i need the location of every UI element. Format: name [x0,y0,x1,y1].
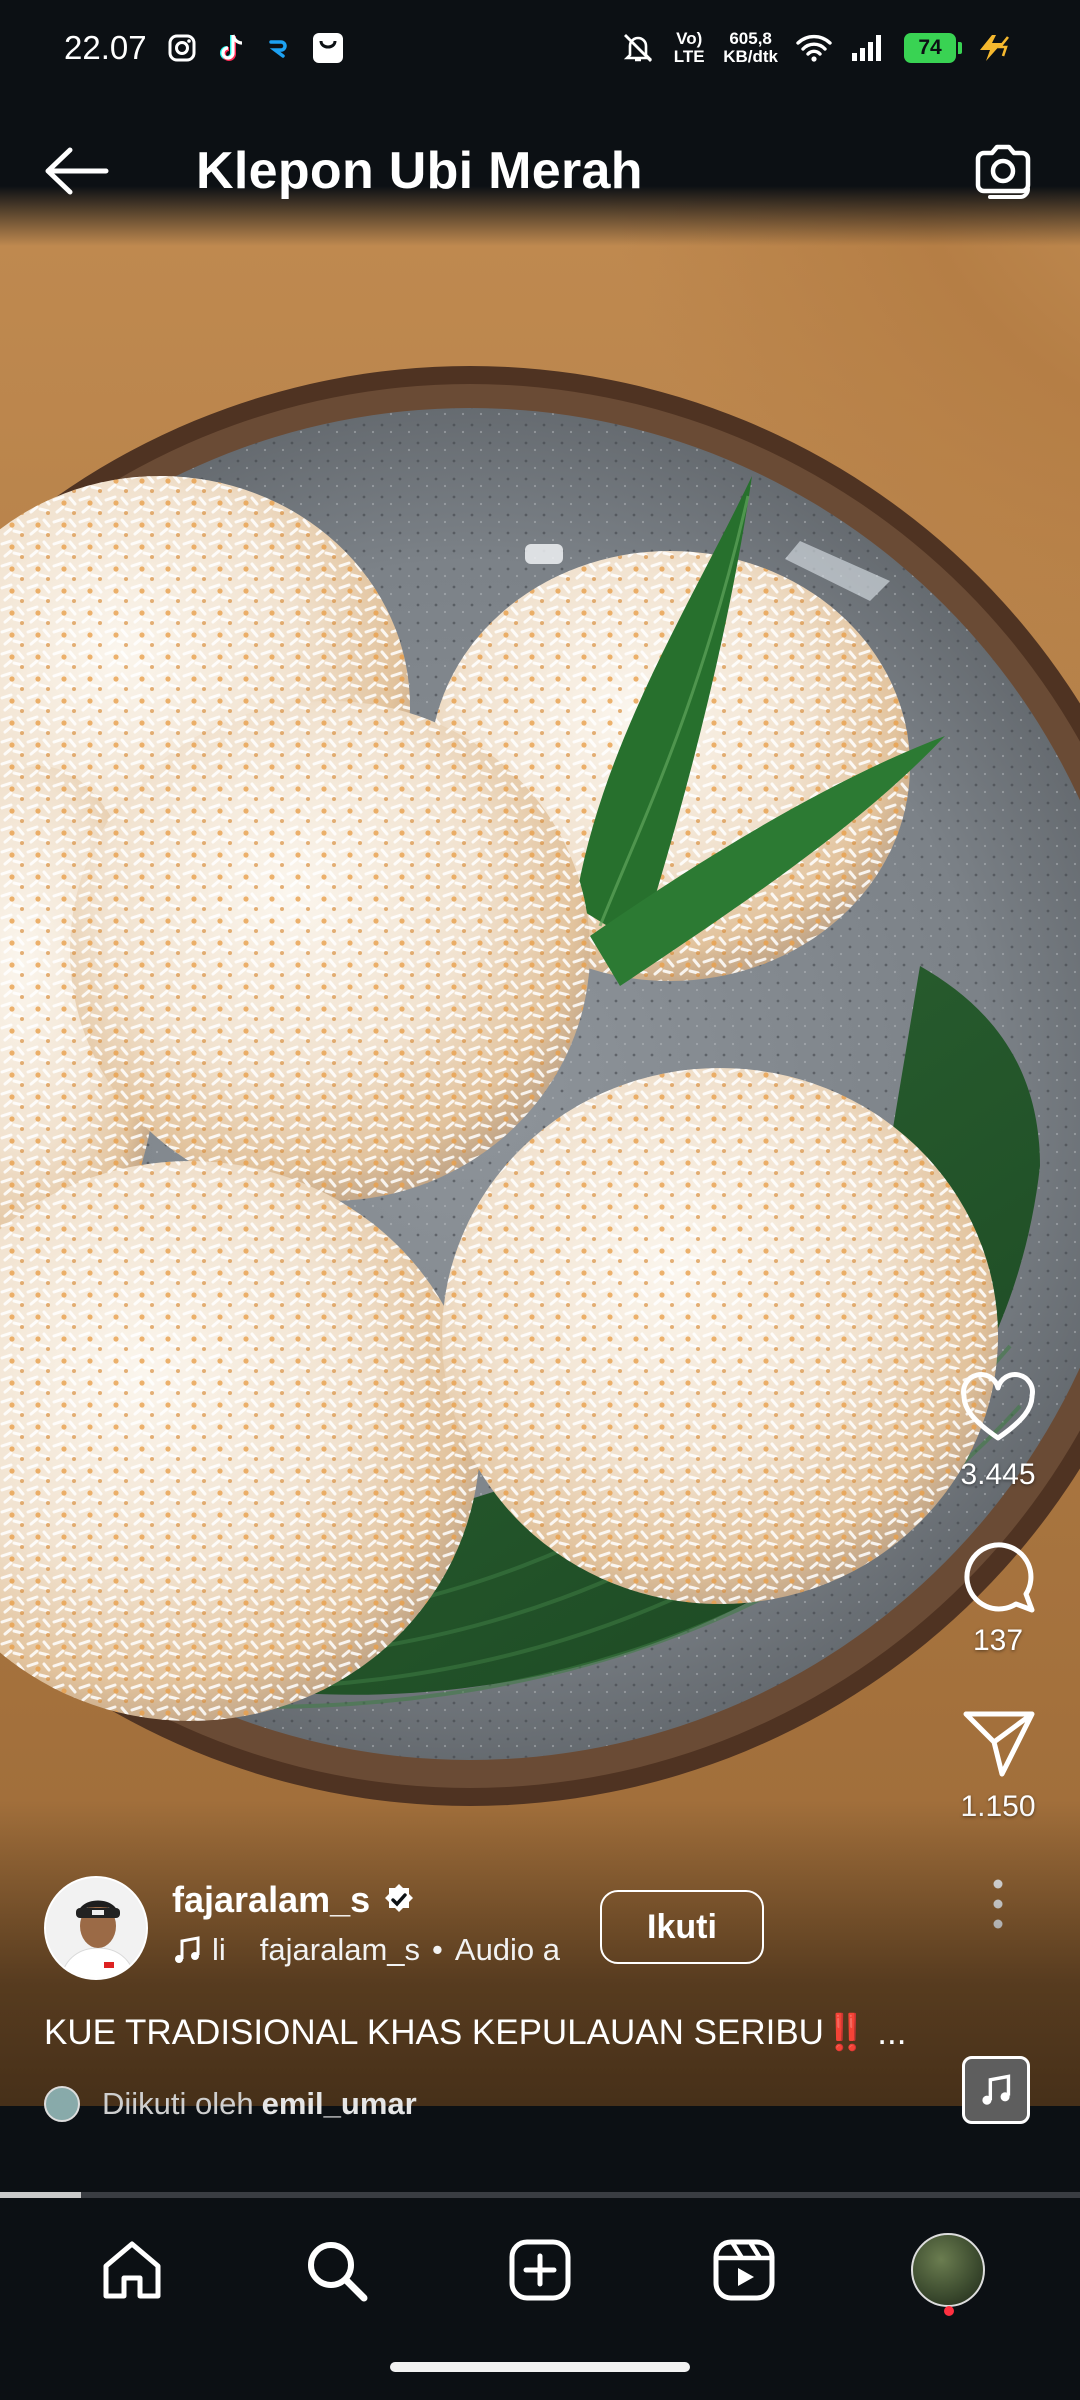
page-title: Klepon Ubi Merah [196,142,643,200]
audio-separator: • [432,1932,443,1967]
follow-button[interactable]: Ikuti [600,1890,764,1964]
music-note-icon [175,1936,200,1963]
caption-more: ... [877,2013,907,2052]
follower-avatar [44,2086,80,2122]
author-avatar[interactable] [44,1876,148,1980]
nav-create[interactable] [480,2220,600,2320]
comment-count: 137 [972,1624,1024,1657]
nav-reels[interactable] [684,2220,804,2320]
verified-badge-icon [385,1884,414,1912]
audio-thumbnail[interactable] [962,2056,1030,2124]
wifi-icon [796,34,832,62]
music-note-icon [982,2074,1011,2105]
caption-body: KUE TRADISIONAL KHAS KEPULAUAN SERIBU [44,2013,824,2052]
heart-icon [961,1372,1035,1441]
nav-home[interactable] [72,2220,192,2320]
mute-icon [624,34,653,62]
audio-owner: fajaralam_s [259,1932,421,1967]
data-speed: 605,8 KB/dtk [723,30,778,66]
data-speed-unit: KB/dtk [723,47,778,66]
audio-link[interactable]: li fajaralam_s • Audio a [172,1932,560,1968]
nav-search[interactable] [276,2220,396,2320]
followed-by[interactable]: Diikuti oleh emil_umar [44,2086,417,2122]
caption-emoji: ‼️ [823,2013,868,2052]
author-avatar-image [46,1878,146,1978]
notification-dot [944,2306,954,2316]
camera-icon[interactable] [968,137,1036,205]
author-row: fajaralam_s li fajaralam_s • Audio a [44,1876,560,1980]
post-caption[interactable]: KUE TRADISIONAL KHAS KEPULAUAN SERIBU‼️ … [44,2012,906,2053]
like-count: 3.445 [960,1458,1036,1491]
followed-by-prefix: Diikuti oleh [102,2086,254,2121]
volte-indicator: Vo) LTE [673,29,705,66]
reel-header: Klepon Ubi Merah [0,96,1080,246]
instagram-icon [168,34,196,62]
search-icon [308,2242,368,2302]
arrow-left-icon[interactable] [44,146,110,196]
followed-by-user: emil_umar [261,2086,417,2121]
status-time: 22.07 [64,29,147,66]
shopping-bag-icon [312,33,343,63]
battery-icon: 74 [904,33,962,63]
bottom-navigation [0,2198,1080,2342]
author-username[interactable]: fajaralam_s [172,1879,370,1921]
tiktok-icon [219,34,242,61]
charging-icon [980,35,1010,61]
signal-icon [852,35,881,61]
app-icon [268,40,287,58]
reels-icon [713,2239,775,2301]
audio-label: Audio a [454,1932,561,1967]
create-icon [509,2239,571,2301]
send-icon [963,1711,1035,1777]
comment-button[interactable]: 137 [958,1536,1038,1658]
comment-icon [964,1542,1035,1613]
home-icon [103,2241,161,2299]
home-indicator[interactable] [390,2362,690,2372]
data-speed-value: 605,8 [729,29,772,48]
like-button[interactable]: 3.445 [958,1370,1038,1492]
profile-avatar [911,2233,985,2307]
audio-prefix: li [212,1932,226,1967]
status-bar: 22.07 Vo) LTE 605,8 KB/dtk 74 [0,0,1080,96]
nav-profile[interactable] [888,2220,1008,2320]
reel-screen: 22.07 Vo) LTE 605,8 KB/dtk 74 Klepon Ubi… [0,0,1080,2400]
